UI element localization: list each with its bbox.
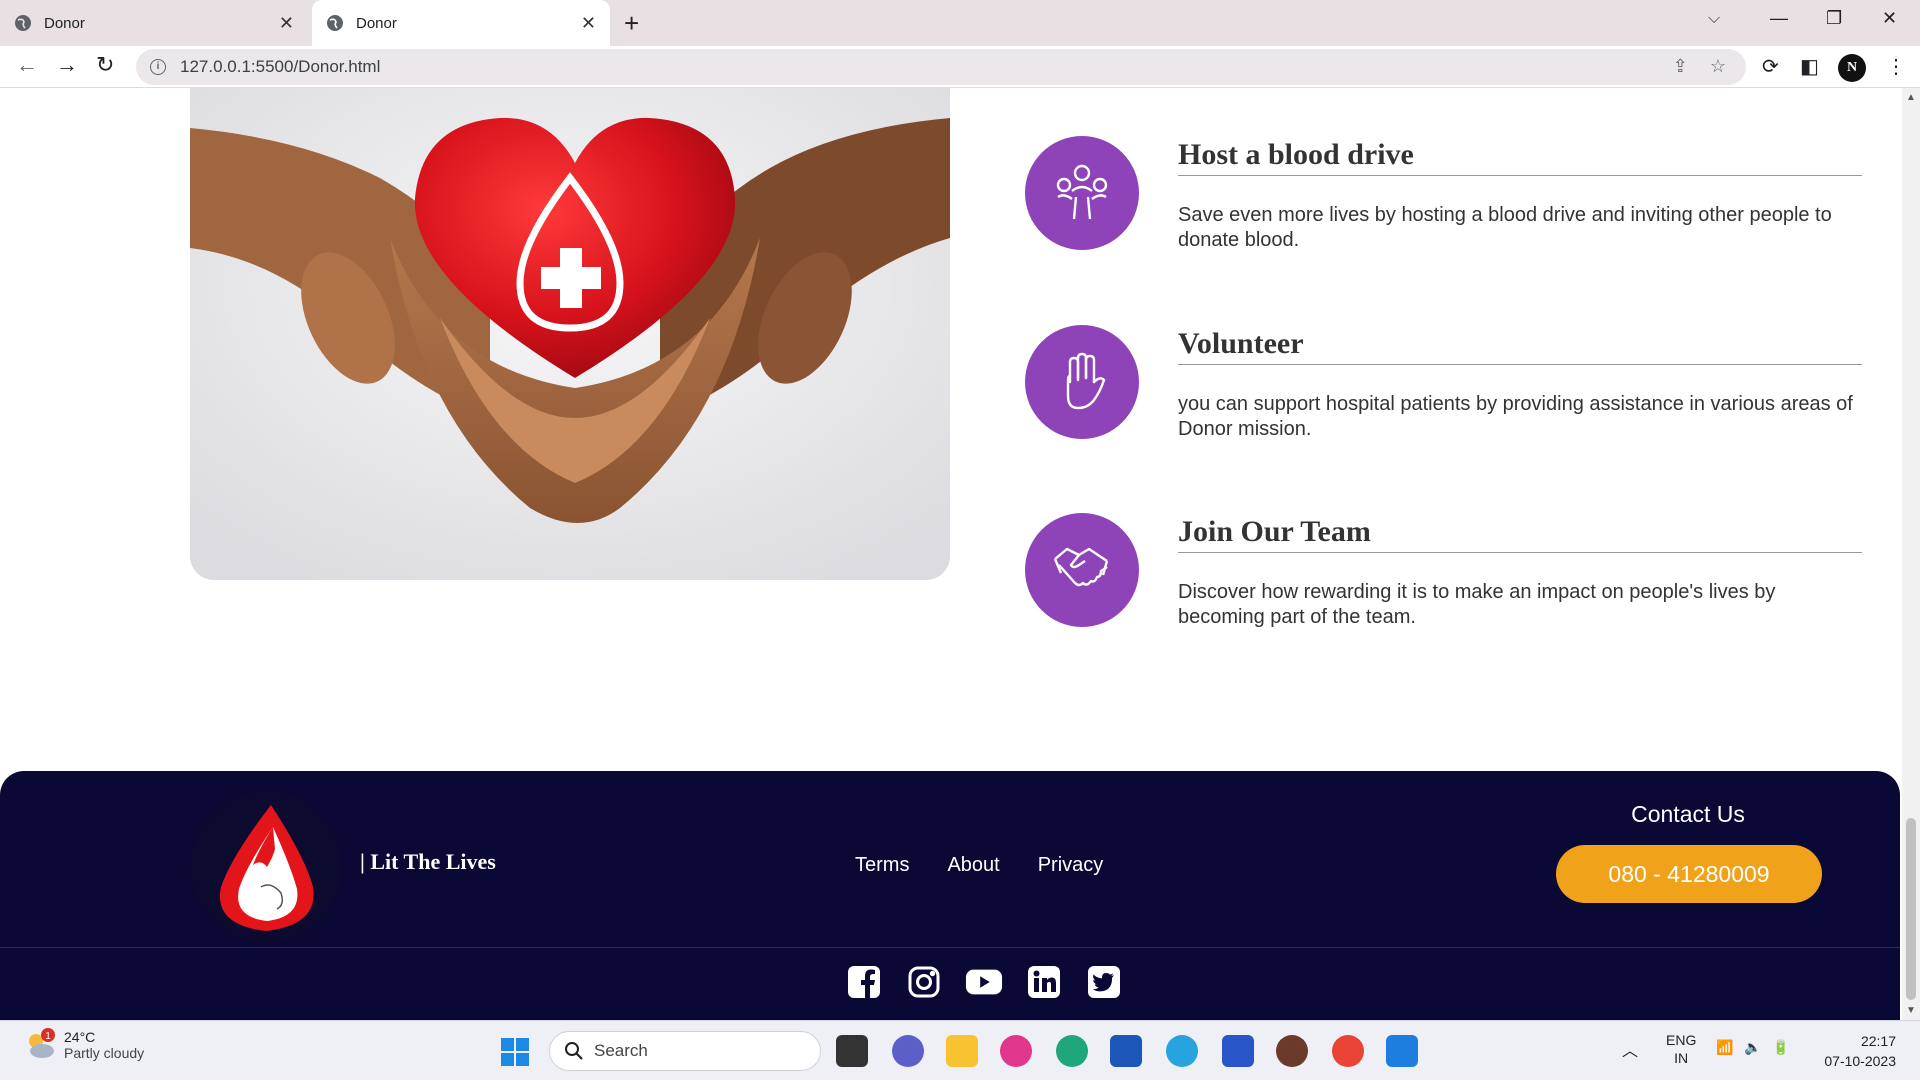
- close-icon[interactable]: ✕: [279, 13, 294, 34]
- windows-taskbar: 1 24°C Partly cloudy Search ︿ ENG IN 📶 🔈…: [0, 1020, 1920, 1080]
- extension-icon[interactable]: ⟳: [1762, 54, 1779, 79]
- browser-toolbar: ← → ↻ i 127.0.0.1:5500/Donor.html ⇪ ☆ ⟳ …: [0, 46, 1920, 88]
- weather-temp: 24°C: [64, 1029, 96, 1045]
- clock-date: 07-10-2023: [1824, 1053, 1896, 1069]
- tab-title: Donor: [44, 14, 85, 32]
- handshake-icon: [1025, 513, 1139, 627]
- footer-links: Terms About Privacy: [855, 854, 1103, 877]
- facebook-icon[interactable]: [845, 963, 883, 1001]
- close-icon[interactable]: ✕: [581, 13, 596, 34]
- weather-widget[interactable]: 1 24°C Partly cloudy: [22, 1027, 144, 1063]
- tab-title: Donor: [356, 14, 397, 32]
- reload-icon[interactable]: ↻: [96, 52, 114, 78]
- scroll-down-icon[interactable]: ▼: [1906, 1005, 1916, 1016]
- feature-title: Volunteer: [1178, 327, 1862, 365]
- forward-arrow-icon[interactable]: →: [56, 52, 78, 78]
- twitter-icon[interactable]: [1085, 963, 1123, 1001]
- contact-title: Contact Us: [1631, 801, 1745, 827]
- partly-cloudy-icon: 1: [29, 1028, 55, 1058]
- social-links: [845, 963, 1123, 1001]
- close-window-button[interactable]: ✕: [1882, 8, 1897, 29]
- tab-strip: Donor ✕ Donor ✕ + ⌵ — ❐ ✕: [0, 0, 1920, 46]
- tab-donor-2[interactable]: Donor ✕: [312, 0, 610, 46]
- footer-divider: [0, 947, 1900, 948]
- globe-icon: [327, 15, 343, 31]
- svg-text:1: 1: [45, 1031, 51, 1042]
- meet-icon[interactable]: [892, 1035, 924, 1067]
- menu-icon[interactable]: ⋮: [1886, 54, 1906, 79]
- feature-volunteer: Volunteer you can support hospital patie…: [1025, 325, 1865, 455]
- address-bar[interactable]: i 127.0.0.1:5500/Donor.html ⇪ ☆: [136, 49, 1746, 85]
- blood-drop-logo: [190, 791, 342, 943]
- back-arrow-icon[interactable]: ←: [16, 52, 38, 78]
- brand-name: | Lit The Lives: [360, 849, 496, 874]
- minimize-button[interactable]: —: [1770, 8, 1788, 29]
- store-icon[interactable]: [1110, 1035, 1142, 1067]
- hands-heart-image: [190, 88, 950, 580]
- feature-title: Join Our Team: [1178, 515, 1862, 553]
- clock-time: 22:17: [1860, 1033, 1896, 1049]
- quick-assist-icon[interactable]: [1222, 1035, 1254, 1067]
- phone-button[interactable]: 080 - 41280009: [1556, 845, 1822, 903]
- battery-icon[interactable]: 🔋: [1772, 1039, 1789, 1056]
- clock[interactable]: 22:17 07-10-2023: [1816, 1031, 1896, 1071]
- help-icon[interactable]: [1166, 1035, 1198, 1067]
- youtube-icon[interactable]: [965, 963, 1003, 1001]
- people-icon: [1025, 136, 1139, 250]
- tab-donor-1[interactable]: Donor ✕: [0, 0, 308, 46]
- game-icon[interactable]: [1276, 1035, 1308, 1067]
- task-view-icon[interactable]: [836, 1035, 868, 1067]
- language-indicator[interactable]: ENG IN: [1666, 1031, 1696, 1067]
- url-text: 127.0.0.1:5500/Donor.html: [180, 57, 381, 76]
- page-viewport: Host a blood drive Save even more lives …: [0, 88, 1902, 1020]
- avatar[interactable]: N: [1838, 54, 1866, 82]
- footer-link-privacy[interactable]: Privacy: [1038, 854, 1104, 877]
- feature-description: Save even more lives by hosting a blood …: [1178, 204, 1832, 251]
- wps-icon[interactable]: [1000, 1035, 1032, 1067]
- volume-icon[interactable]: 🔈: [1744, 1039, 1761, 1056]
- taskbar-search[interactable]: Search: [549, 1031, 821, 1071]
- windows-start-icon[interactable]: [500, 1037, 530, 1067]
- weather-condition: Partly cloudy: [64, 1045, 145, 1061]
- wifi-icon[interactable]: 📶: [1716, 1039, 1733, 1056]
- photos-icon[interactable]: [1386, 1035, 1418, 1067]
- site-footer: | Lit The Lives Terms About Privacy Cont…: [0, 771, 1900, 1020]
- scroll-up-icon[interactable]: ▲: [1906, 92, 1916, 103]
- globe-icon: [15, 15, 31, 31]
- star-icon[interactable]: ☆: [1710, 56, 1726, 77]
- info-icon[interactable]: i: [150, 59, 166, 75]
- hand-icon: [1025, 325, 1139, 439]
- search-label: Search: [594, 1041, 648, 1060]
- chevron-down-icon[interactable]: ⌵: [1708, 10, 1720, 28]
- scrollbar-thumb[interactable]: [1906, 818, 1916, 1000]
- feature-join-team: Join Our Team Discover how rewarding it …: [1025, 513, 1865, 643]
- side-panel-icon[interactable]: ◧: [1800, 54, 1819, 79]
- instagram-icon[interactable]: [905, 963, 943, 1001]
- new-tab-button[interactable]: +: [624, 8, 639, 39]
- feature-description: Discover how rewarding it is to make an …: [1178, 581, 1776, 628]
- feature-description: you can support hospital patients by pro…: [1178, 393, 1853, 440]
- footer-link-terms[interactable]: Terms: [855, 854, 909, 877]
- restore-button[interactable]: ❐: [1826, 8, 1842, 29]
- chrome-icon[interactable]: [1332, 1035, 1364, 1067]
- feature-title: Host a blood drive: [1178, 138, 1862, 176]
- linkedin-icon[interactable]: [1025, 963, 1063, 1001]
- search-icon: [565, 1042, 583, 1060]
- share-icon[interactable]: ⇪: [1673, 56, 1688, 77]
- vertical-scrollbar[interactable]: ▲ ▼: [1902, 88, 1920, 1020]
- edge-icon[interactable]: [1056, 1035, 1088, 1067]
- feature-host-blood-drive: Host a blood drive Save even more lives …: [1025, 136, 1865, 266]
- chevron-up-icon[interactable]: ︿: [1622, 1037, 1638, 1061]
- footer-link-about[interactable]: About: [947, 854, 999, 877]
- file-explorer-icon[interactable]: [946, 1035, 978, 1067]
